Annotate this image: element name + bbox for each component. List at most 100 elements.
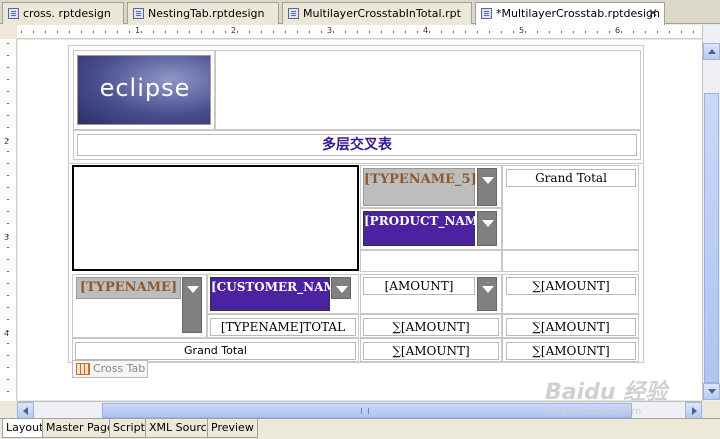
tab-layout[interactable]: Layout <box>2 419 48 438</box>
report-file-icon <box>133 8 144 19</box>
column-dimension-product-name[interactable]: [PRODUCT_NAME] <box>363 211 493 246</box>
column-grand-total-label[interactable]: Grand Total <box>506 169 636 187</box>
ruler-tick <box>489 31 490 33</box>
close-icon[interactable]: ✕ <box>648 3 658 24</box>
ruler-tick <box>165 31 166 33</box>
crosstab-handle[interactable]: Cross Tab <box>72 360 148 378</box>
sum-amount[interactable]: ∑[AMOUNT] <box>363 342 499 360</box>
vertical-scrollbar[interactable] <box>702 25 720 401</box>
row-dimension-typename[interactable]: [TYPENAME] <box>76 277 181 299</box>
ruler-tick <box>477 31 478 33</box>
ruler-tick <box>453 31 454 33</box>
row-header-cell: [TYPENAME] <box>72 272 207 338</box>
ruler-tick <box>357 31 358 33</box>
crosstab-icon <box>76 363 90 375</box>
sum-amount[interactable]: ∑[AMOUNT] <box>363 318 499 336</box>
dropdown-menu-icon[interactable] <box>477 272 497 311</box>
eclipse-logo-image[interactable]: eclipse <box>77 55 211 125</box>
ruler-tick <box>237 31 238 33</box>
ruler-tick <box>633 31 634 33</box>
tab-script[interactable]: Script <box>109 419 149 438</box>
ruler-tick <box>153 31 154 33</box>
ruler-tick <box>7 163 9 164</box>
ruler-tick <box>369 31 370 33</box>
ruler-tick <box>573 31 574 33</box>
ruler-tick <box>7 319 9 320</box>
tab-multilayercrosstab-active[interactable]: *MultilayerCrosstab.rptdesign ✕ <box>475 2 665 25</box>
vertical-scroll-thumb[interactable] <box>704 93 719 383</box>
ruler-number: 2 <box>4 137 10 146</box>
ruler-tick <box>93 31 94 33</box>
tab-preview[interactable]: Preview <box>207 419 258 438</box>
subtotal-measure-cell: ∑[AMOUNT] <box>360 314 502 338</box>
grand-total-grand-cell: ∑[AMOUNT] <box>502 338 639 362</box>
ruler-number: 4 <box>423 26 429 35</box>
title-cell: 多层交叉表 <box>73 130 641 160</box>
ruler-tick <box>381 31 382 33</box>
spacer-cell <box>360 250 502 272</box>
scroll-up-button[interactable] <box>703 43 720 60</box>
crosstab-corner-cell[interactable] <box>72 165 359 271</box>
ruler-tick <box>7 67 9 68</box>
ruler-tick <box>7 115 9 116</box>
row-grand-total-label[interactable]: Grand Total <box>75 342 356 360</box>
sum-amount[interactable]: ∑[AMOUNT] <box>506 342 636 360</box>
dropdown-menu-icon[interactable] <box>182 272 202 333</box>
ruler-tick <box>7 379 9 380</box>
editor-tab-bar: cross. rptdesign NestingTab.rptdesign Mu… <box>0 0 720 25</box>
column-header-cell: [PRODUCT_NAME] <box>360 206 502 250</box>
tab-master-page[interactable]: Master Page <box>42 419 118 438</box>
ruler-tick <box>177 31 178 33</box>
ruler-tick <box>345 31 346 33</box>
grip-icon <box>361 408 369 414</box>
ruler-tick <box>81 31 82 33</box>
ruler-tick <box>657 31 658 33</box>
dropdown-menu-icon[interactable] <box>477 206 497 246</box>
dropdown-menu-icon[interactable] <box>331 272 351 299</box>
ruler-number: 4 <box>4 329 10 338</box>
tab-nestingtab-rptdesign[interactable]: NestingTab.rptdesign <box>127 2 279 24</box>
tab-cross-rptdesign[interactable]: cross. rptdesign <box>2 2 124 24</box>
ruler-tick <box>309 31 310 33</box>
ruler-tick <box>129 31 130 33</box>
ruler-tick <box>645 31 646 33</box>
sum-amount[interactable]: ∑[AMOUNT] <box>506 277 636 295</box>
ruler-tick <box>7 103 9 104</box>
layout-canvas[interactable]: eclipse 多层交叉表 [TYPENAME_5] Grand Total [… <box>18 40 702 400</box>
tab-multilayercrosstabintotal[interactable]: MultilayerCrosstabInTotal.rpt <box>282 2 472 24</box>
ruler-number: 3 <box>4 233 10 242</box>
ruler-tick <box>7 199 9 200</box>
column-header-cell: [TYPENAME_5] <box>360 163 502 208</box>
ruler-tick <box>7 367 9 368</box>
ruler-tick <box>693 31 694 33</box>
ruler-tick <box>621 31 622 33</box>
measure-amount[interactable]: [AMOUNT] <box>363 277 475 295</box>
ruler-number: 5 <box>519 26 525 35</box>
ruler-tick <box>225 31 226 33</box>
scroll-left-button[interactable] <box>17 402 34 419</box>
arrow-left-icon <box>23 407 28 415</box>
dropdown-menu-icon[interactable] <box>477 163 497 206</box>
ruler-tick <box>69 31 70 33</box>
ruler-tick <box>213 31 214 33</box>
crosstab[interactable]: [TYPENAME_5] Grand Total [PRODUCT_NAME] … <box>69 163 643 362</box>
ruler-tick <box>7 43 9 44</box>
row-dimension-customer-name[interactable]: [CUSTOMER_NAME] <box>210 277 352 311</box>
row-subtotal-label[interactable]: [TYPENAME]TOTAL <box>210 318 356 336</box>
ruler-tick <box>7 247 9 248</box>
column-dimension-typename5[interactable]: [TYPENAME_5] <box>363 168 477 206</box>
ruler-tick <box>7 187 9 188</box>
report-title[interactable]: 多层交叉表 <box>77 134 637 156</box>
scroll-down-button[interactable] <box>703 383 720 400</box>
ruler-tick <box>501 31 502 33</box>
ruler-tick <box>537 31 538 33</box>
watermark-url: jingyan.baidu.com <box>549 406 642 417</box>
sum-amount[interactable]: ∑[AMOUNT] <box>506 318 636 336</box>
logo-cell: eclipse <box>73 50 215 130</box>
ruler-tick <box>105 31 106 33</box>
grand-total-measure-cell: ∑[AMOUNT] <box>360 338 502 362</box>
ruler-number: 6 <box>615 26 621 35</box>
ruler-tick <box>141 31 142 33</box>
ruler-tick <box>7 307 9 308</box>
ruler-tick <box>7 223 9 224</box>
